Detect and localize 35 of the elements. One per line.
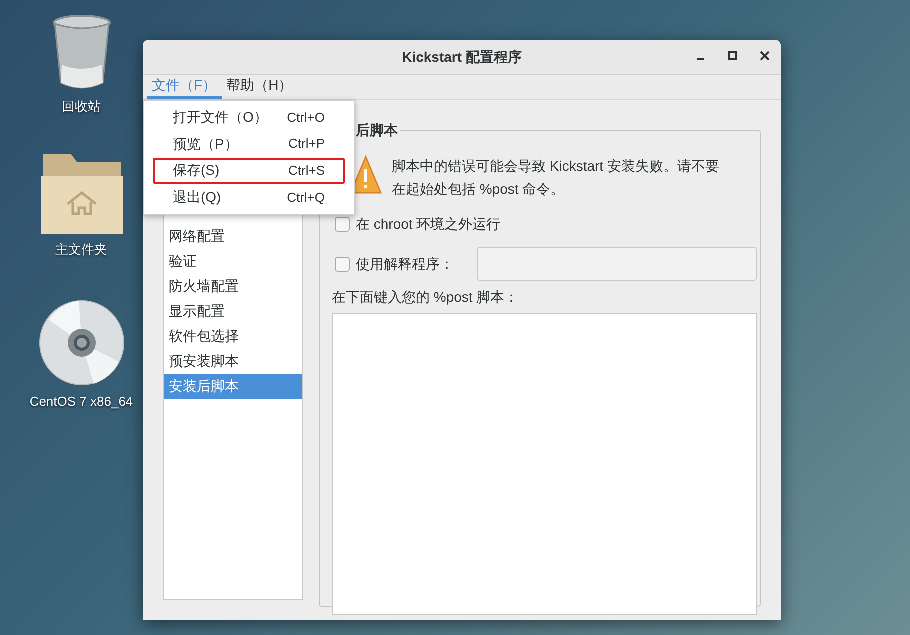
menu-option[interactable]: 预览（P） Ctrl+P — [153, 130, 345, 158]
maximize-icon[interactable] — [727, 50, 739, 62]
trash-can-icon[interactable] — [52, 15, 112, 91]
menu-option-label: 预览（P） — [173, 134, 238, 154]
shortcut-text: Ctrl+S — [288, 162, 325, 180]
close-icon[interactable] — [759, 50, 771, 62]
script-label: 在下面键入您的 %post 脚本： — [332, 288, 520, 307]
section-title: 后脚本 — [354, 121, 400, 139]
sidebar-item[interactable]: 显示配置 — [164, 299, 302, 324]
shortcut-text: Ctrl+O — [287, 108, 325, 127]
menu-item[interactable]: 帮助（H） — [222, 75, 298, 99]
checkbox-label: 在 chroot 环境之外运行 — [356, 214, 501, 234]
sidebar-item[interactable]: 软件包选择 — [164, 324, 302, 349]
checkbox-label: 使用解释程序： — [356, 254, 454, 274]
checkbox[interactable] — [335, 256, 350, 272]
desktop-icon-label: CentOS 7 x86_64 — [30, 393, 134, 411]
sidebar-item[interactable]: 预安装脚本 — [164, 349, 302, 374]
menu-option-label: 打开文件（O） — [173, 108, 268, 127]
menu-option[interactable]: 退出(Q) Ctrl+Q — [153, 184, 345, 211]
menu-option[interactable]: 打开文件（O） Ctrl+O — [153, 104, 345, 131]
checkbox[interactable] — [335, 216, 350, 232]
disc-icon[interactable] — [38, 300, 124, 386]
sidebar-item[interactable]: 防火墙配置 — [164, 274, 302, 299]
shortcut-text: Ctrl+P — [288, 135, 325, 154]
menu-option-label: 保存(S) — [173, 161, 220, 180]
sidebar-item[interactable]: 网络配置 — [164, 224, 302, 249]
shortcut-text: Ctrl+Q — [287, 188, 325, 207]
desktop-icon-label: 回收站 — [62, 98, 101, 116]
interpreter-input-field[interactable] — [476, 247, 757, 281]
desktop-icon-label: 主文件夹 — [56, 241, 108, 259]
menu-option[interactable]: 保存(S) Ctrl+S — [153, 158, 345, 184]
menu-option-label: 退出(Q) — [173, 188, 222, 208]
window-title: Kickstart 配置程序 — [402, 48, 522, 66]
sidebar-item[interactable]: 验证 — [164, 249, 302, 274]
warning-message: 脚本中的错误可能会导致 Kickstart 安装失败。请不要在起始处包括 %post 命令。 — [392, 157, 720, 199]
